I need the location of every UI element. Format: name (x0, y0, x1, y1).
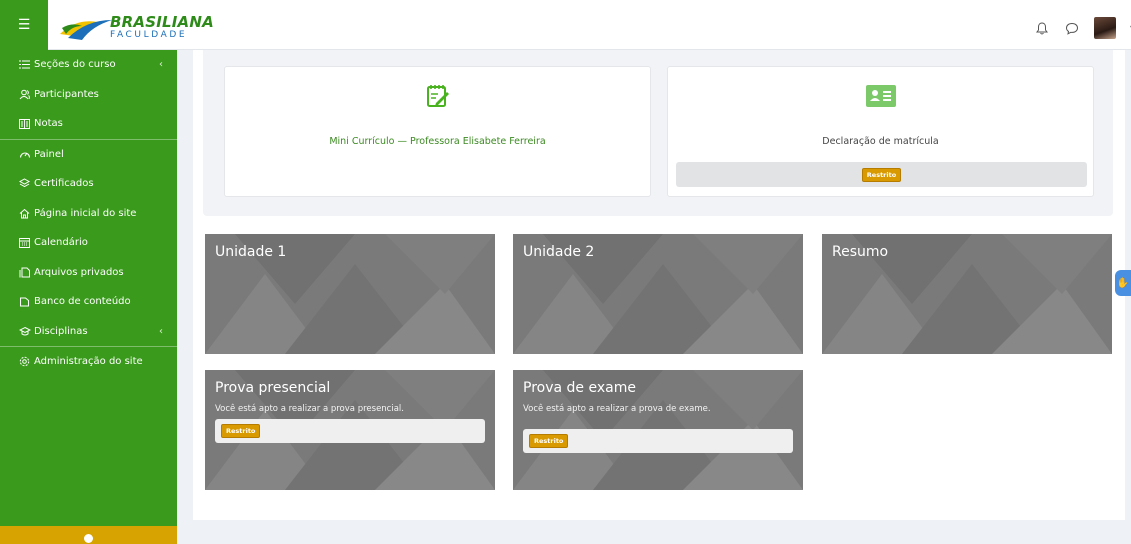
sidebar-item-participantes[interactable]: Participantes (0, 80, 177, 110)
sidebar-item-label: Banco de conteúdo (34, 296, 131, 308)
tile-description: Você está apto a realizar a prova de exa… (523, 404, 711, 414)
hamburger-menu-icon[interactable]: ☰ (0, 0, 48, 50)
sidebar-item-notas[interactable]: Notas (0, 109, 177, 139)
bank-icon (18, 295, 31, 308)
bell-icon[interactable] (1034, 20, 1050, 36)
activity-card-declaracao[interactable]: Declaração de matrícula Restrito (667, 66, 1094, 197)
activity-section: Mini Currículo — Professora Elisabete Fe… (203, 50, 1113, 216)
sidebar-item-calendario[interactable]: Calendário (0, 228, 177, 258)
restricted-badge: Restrito (861, 167, 902, 182)
sidebar: Seções do curso ‹ Participantes Notas Pa… (0, 50, 177, 544)
section-tile-unidade-2[interactable]: Unidade 2 (513, 234, 803, 354)
calendar-icon (18, 236, 31, 249)
id-card-icon (865, 83, 896, 113)
course-content-panel: Mini Currículo — Professora Elisabete Fe… (193, 50, 1125, 520)
sidebar-footer-bar[interactable] (0, 526, 177, 544)
logo-swoosh-icon (60, 20, 112, 40)
settings-icon (18, 355, 31, 368)
users-icon (18, 88, 31, 101)
activity-title[interactable]: Mini Currículo — Professora Elisabete Fe… (225, 136, 650, 147)
section-tile-prova-exame[interactable]: Prova de exame Você está apto a realizar… (513, 370, 803, 490)
restricted-badge: Restrito (529, 434, 569, 448)
home-icon (18, 207, 31, 220)
top-navbar: ☰ BRASILIANA FACULDADE ▾ (0, 0, 1131, 50)
activity-card-mini-curriculo[interactable]: Mini Currículo — Professora Elisabete Fe… (224, 66, 651, 197)
activity-title[interactable]: Declaração de matrícula (668, 136, 1093, 147)
brand-logo[interactable]: BRASILIANA FACULDADE (58, 10, 214, 44)
sidebar-item-pagina-inicial[interactable]: Página inicial do site (0, 199, 177, 229)
sidebar-item-painel[interactable]: Painel (0, 140, 177, 170)
section-tile-unidade-1[interactable]: Unidade 1 (205, 234, 495, 354)
logo-word-brand: BRASILIANA (110, 12, 214, 31)
restricted-badge: Restrito (221, 424, 261, 438)
info-icon[interactable] (84, 533, 93, 543)
grades-icon (18, 117, 31, 130)
sidebar-item-label: Participantes (34, 88, 99, 100)
chevron-left-icon[interactable]: ‹ (159, 59, 163, 70)
certificate-icon (18, 177, 31, 190)
restriction-info: Restrito (523, 429, 793, 453)
chat-icon[interactable] (1064, 20, 1080, 36)
files-icon (18, 266, 31, 279)
help-widget-button[interactable]: ✋ (1115, 270, 1131, 296)
tile-title: Resumo (832, 244, 889, 260)
sidebar-item-label: Painel (34, 148, 64, 160)
graduation-icon (18, 325, 31, 338)
tile-title: Prova de exame (523, 380, 636, 396)
sidebar-item-label: Administração do site (34, 356, 143, 368)
tile-title: Prova presencial (215, 380, 331, 396)
tile-description: Você está apto a realizar a prova presen… (215, 404, 404, 414)
sidebar-item-label: Notas (34, 118, 63, 130)
sidebar-item-secoes[interactable]: Seções do curso ‹ (0, 50, 177, 80)
sidebar-item-certificados[interactable]: Certificados (0, 169, 177, 199)
restriction-info: Restrito (676, 162, 1087, 187)
dashboard-icon (18, 148, 31, 161)
sidebar-item-label: Disciplinas (34, 325, 88, 337)
list-icon (18, 58, 31, 71)
tile-title: Unidade 2 (523, 244, 595, 260)
sidebar-item-administracao[interactable]: Administração do site (0, 347, 177, 377)
sidebar-item-arquivos-privados[interactable]: Arquivos privados (0, 258, 177, 288)
sidebar-item-label: Certificados (34, 178, 94, 190)
sidebar-item-label: Seções do curso (34, 59, 116, 71)
sidebar-item-banco-conteudo[interactable]: Banco de conteúdo (0, 287, 177, 317)
user-avatar[interactable] (1093, 17, 1116, 39)
sidebar-item-label: Calendário (34, 237, 88, 249)
edit-note-icon (425, 83, 451, 113)
section-tile-resumo[interactable]: Resumo (822, 234, 1112, 354)
hand-icon: ✋ (1116, 277, 1130, 289)
chevron-left-icon[interactable]: ‹ (159, 326, 163, 337)
sidebar-item-label: Página inicial do site (34, 207, 137, 219)
sidebar-item-label: Arquivos privados (34, 266, 124, 278)
tile-title: Unidade 1 (215, 244, 287, 260)
restriction-info: Restrito (215, 419, 485, 443)
section-tile-prova-presencial[interactable]: Prova presencial Você está apto a realiz… (205, 370, 495, 490)
logo-word-faculdade: FACULDADE (110, 29, 188, 40)
sidebar-item-disciplinas[interactable]: Disciplinas ‹ (0, 317, 177, 347)
